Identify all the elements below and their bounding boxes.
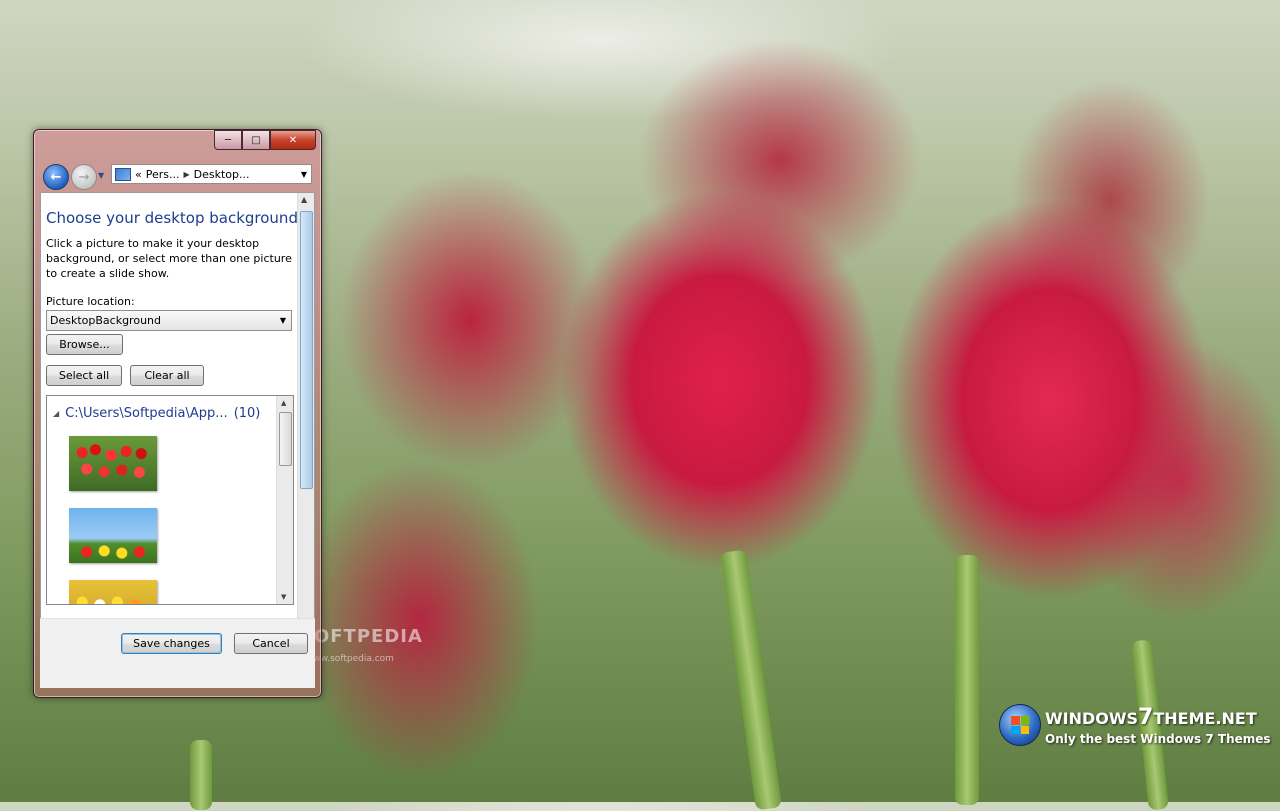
minimize-button[interactable]: ─: [214, 130, 242, 150]
windows7theme-logo: WINDOWS7THEME.NET Only the best Windows …: [999, 704, 1271, 746]
desktop-background-window: ─ □ ✕ ← → ▼ « Pers... ▶ Desktop... ▼ Cho…: [33, 129, 322, 698]
recent-pages-chevron-icon[interactable]: ▼: [98, 171, 104, 180]
thumbnail-red-tulips[interactable]: [69, 436, 157, 491]
picture-location-value: DesktopBackground: [50, 314, 161, 327]
picture-list-scrollbar[interactable]: ▲ ▼: [276, 396, 293, 604]
save-changes-button[interactable]: Save changes: [121, 633, 222, 654]
brand-name-suffix: THEME.NET: [1153, 708, 1257, 728]
breadcrumb-separator-icon[interactable]: ▶: [184, 170, 190, 179]
wallpaper-stem: [190, 740, 212, 810]
caption-buttons: ─ □ ✕: [214, 130, 316, 150]
breadcrumb-item-personalization[interactable]: Pers...: [146, 168, 180, 181]
chevron-down-icon[interactable]: ▼: [301, 170, 307, 179]
back-arrow-icon[interactable]: ←: [43, 164, 69, 190]
content-scrollbar[interactable]: ▲ ▼: [297, 193, 314, 687]
browse-button[interactable]: Browse...: [46, 334, 123, 355]
content-pane: Choose your desktop background Click a p…: [40, 192, 315, 688]
control-panel-icon: [115, 167, 131, 181]
wallpaper-stem: [720, 549, 782, 811]
close-button[interactable]: ✕: [270, 130, 316, 150]
picture-location-select[interactable]: DesktopBackground ▼: [46, 310, 292, 331]
scroll-up-arrow-icon[interactable]: ▲: [281, 399, 286, 407]
forward-arrow-icon[interactable]: →: [71, 164, 97, 190]
clear-all-button[interactable]: Clear all: [130, 365, 204, 386]
picture-group-header[interactable]: ◢ C:\Users\Softpedia\App... (10): [53, 406, 260, 421]
resize-grip[interactable]: [40, 686, 315, 692]
breadcrumb-overflow[interactable]: «: [135, 168, 142, 181]
picture-list-scroll-thumb[interactable]: [279, 412, 292, 466]
content-scroll-thumb[interactable]: [300, 211, 313, 489]
scroll-down-arrow-icon[interactable]: ▼: [281, 593, 286, 601]
brand-tagline: Only the best Windows 7 Themes: [1045, 731, 1271, 746]
breadcrumb-item-desktop-background[interactable]: Desktop...: [194, 168, 250, 181]
thumbnail-windmill-tulips[interactable]: [69, 508, 157, 563]
page-description: Click a picture to make it your desktop …: [46, 237, 292, 280]
picture-location-label: Picture location:: [46, 295, 135, 308]
select-all-button[interactable]: Select all: [46, 365, 122, 386]
brand-name-seven: 7: [1138, 704, 1154, 730]
cancel-button[interactable]: Cancel: [234, 633, 308, 654]
page-title: Choose your desktop background: [46, 209, 298, 227]
maximize-button[interactable]: □: [242, 130, 270, 150]
picture-group-path: C:\Users\Softpedia\App...: [65, 406, 228, 421]
collapse-arrow-icon[interactable]: ◢: [53, 409, 59, 418]
windows-orb-icon: [999, 704, 1041, 746]
brand-name-prefix: WINDOWS: [1045, 708, 1139, 728]
navigation-bar: ← → ▼ « Pers... ▶ Desktop... ▼: [40, 162, 315, 190]
address-bar[interactable]: « Pers... ▶ Desktop... ▼: [111, 164, 312, 184]
chevron-down-icon: ▼: [279, 316, 286, 325]
dialog-footer: Save changes Cancel: [40, 618, 315, 688]
picture-group-count: (10): [233, 406, 261, 421]
picture-list[interactable]: ◢ C:\Users\Softpedia\App... (10) ▲ ▼: [46, 395, 294, 605]
brand-text: WINDOWS7THEME.NET Only the best Windows …: [1045, 705, 1271, 746]
brand-name: WINDOWS7THEME.NET: [1045, 705, 1271, 730]
scroll-up-arrow-icon[interactable]: ▲: [301, 195, 307, 204]
wallpaper-stem: [955, 555, 979, 805]
thumbnail-yellow-flowers[interactable]: [69, 580, 157, 604]
